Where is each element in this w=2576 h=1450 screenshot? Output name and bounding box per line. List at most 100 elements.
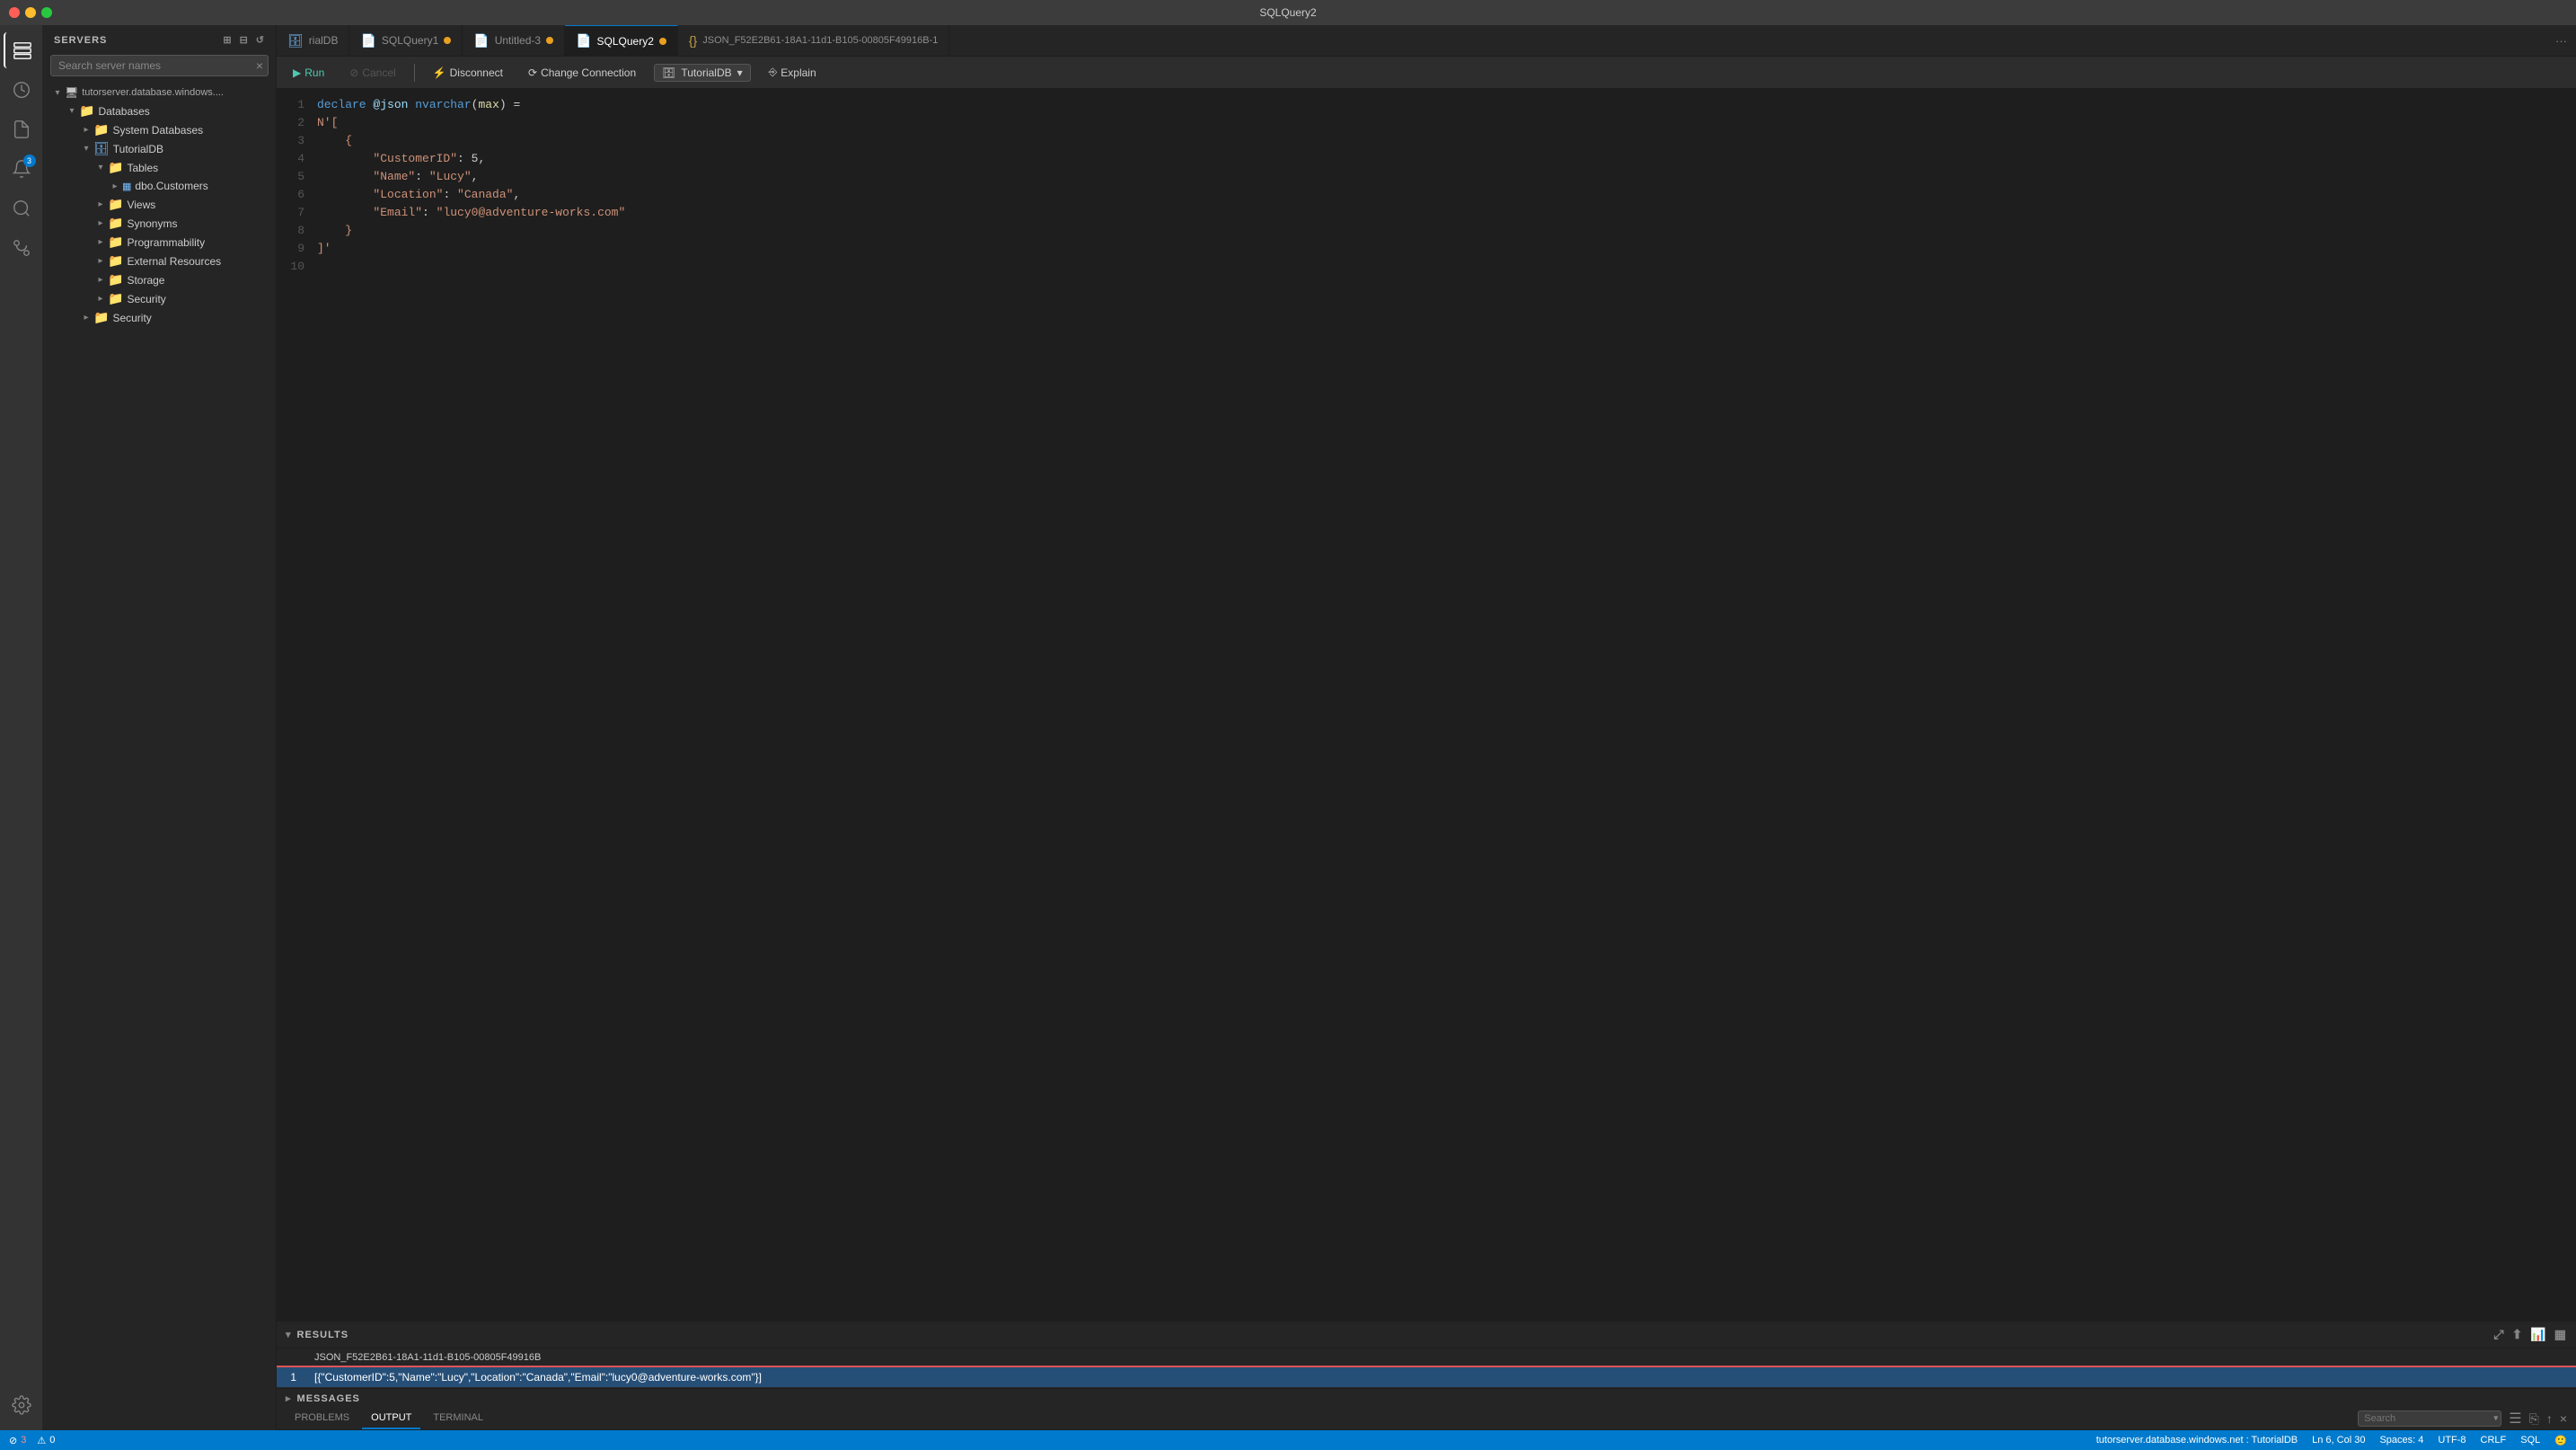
result-row-1[interactable]: 1 [{"CustomerID":5,"Name":"Lucy","Locati…	[277, 1367, 2576, 1388]
sidebar-item-servers[interactable]	[4, 32, 40, 68]
code-line-5: 5 "Name": "Lucy",	[277, 168, 2576, 186]
statusbar: ⊘ 3 ⚠ 0 tutorserver.database.windows.net…	[0, 1430, 2576, 1450]
maximize-button[interactable]	[41, 7, 52, 18]
status-smiley[interactable]: 🙂	[2554, 1435, 2567, 1446]
tab-output[interactable]: OUTPUT	[362, 1408, 420, 1429]
sidebar-item-git[interactable]	[4, 230, 40, 266]
sidebar-item-files[interactable]	[4, 111, 40, 147]
panel-tabs: PROBLEMS OUTPUT TERMINAL ▾ ☰ ⎘ ↑ ×	[277, 1408, 2576, 1430]
refresh-icon[interactable]: ↺	[256, 34, 265, 46]
sidebar-item-search[interactable]	[4, 190, 40, 226]
tab-sqlquery2[interactable]: 📄 SQLQuery2	[565, 25, 678, 57]
code-editor[interactable]: 1 declare @json nvarchar(max) = 2 N'[ 3 …	[277, 89, 2576, 1321]
status-position[interactable]: Ln 6, Col 30	[2312, 1435, 2365, 1446]
panel-filter-icon[interactable]: ☰	[2509, 1410, 2521, 1428]
tree-item-storage[interactable]: 📁 Storage	[43, 270, 276, 289]
panel-search-chevron: ▾	[2493, 1414, 2498, 1424]
tables-chevron[interactable]	[93, 161, 108, 175]
change-connection-button[interactable]: ⟳ Change Connection	[521, 64, 643, 82]
titlebar: SQLQuery2	[0, 0, 2576, 25]
tree-item-system-databases[interactable]: 📁 System Databases	[43, 120, 276, 139]
tree-item-server[interactable]: 🖥 tutorserver.database.windows....	[43, 84, 276, 102]
sidebar-item-settings[interactable]	[4, 1387, 40, 1423]
error-count: 3	[21, 1435, 26, 1446]
explain-button[interactable]: ⎆ Explain	[762, 63, 824, 82]
results-grid-icon[interactable]: ▦	[2554, 1327, 2567, 1342]
synonyms-chevron[interactable]	[93, 217, 108, 231]
database-selector[interactable]: 🗄 TutorialDB ▾	[654, 64, 751, 82]
views-chevron[interactable]	[93, 198, 108, 212]
tab-json-icon: {}	[689, 33, 697, 48]
editor-toolbar: ▶ Run ⊘ Cancel ⚡ Disconnect ⟳ Change Con…	[277, 57, 2576, 89]
security1-chevron[interactable]	[93, 292, 108, 306]
tab-more-button[interactable]: ···	[2546, 34, 2576, 48]
views-folder-icon: 📁	[108, 197, 123, 212]
panel-close-icon[interactable]: ×	[2560, 1411, 2567, 1426]
server-chevron[interactable]	[50, 85, 65, 100]
sidebar-item-history[interactable]	[4, 72, 40, 108]
tree-item-programmability[interactable]: 📁 Programmability	[43, 233, 276, 252]
line-num-2: 2	[277, 114, 317, 132]
status-warnings[interactable]: ⚠ 0	[37, 1435, 55, 1446]
tab-problems[interactable]: PROBLEMS	[286, 1408, 358, 1429]
security2-folder-icon: 📁	[93, 310, 109, 325]
databases-chevron[interactable]	[65, 104, 79, 119]
security2-chevron[interactable]	[79, 311, 93, 325]
search-clear-icon[interactable]: ×	[256, 58, 263, 73]
results-maximize-icon[interactable]: ⤢	[2493, 1327, 2504, 1342]
customers-chevron[interactable]	[108, 179, 122, 193]
sidebar-item-notifications[interactable]: 3	[4, 151, 40, 187]
external-resources-chevron[interactable]	[93, 254, 108, 269]
results-header[interactable]: ▾ RESULTS ⤢ ⬆ 📊 ▦	[277, 1321, 2576, 1348]
server-search-box: ×	[50, 55, 269, 76]
tree-item-synonyms[interactable]: 📁 Synonyms	[43, 214, 276, 233]
tree-item-tutorialdb[interactable]: 🗄 TutorialDB	[43, 139, 276, 158]
tree-item-databases[interactable]: 📁 Databases	[43, 102, 276, 120]
status-server[interactable]: tutorserver.database.windows.net : Tutor…	[2096, 1435, 2298, 1446]
panel-copy-icon[interactable]: ⎘	[2529, 1411, 2539, 1427]
disconnect-button[interactable]: ⚡ Disconnect	[426, 64, 510, 82]
status-language[interactable]: SQL	[2520, 1435, 2540, 1446]
status-errors[interactable]: ⊘ 3	[9, 1435, 26, 1446]
status-spaces[interactable]: Spaces: 4	[2379, 1435, 2423, 1446]
tree-item-security-1[interactable]: 📁 Security	[43, 289, 276, 308]
tree-item-tables[interactable]: 📁 Tables	[43, 158, 276, 177]
minimize-button[interactable]	[25, 7, 36, 18]
search-server-input[interactable]	[50, 55, 269, 76]
code-line-8: 8 }	[277, 222, 2576, 240]
tree-item-views[interactable]: 📁 Views	[43, 195, 276, 214]
tab-untitled3[interactable]: 📄 Untitled-3	[463, 25, 565, 57]
close-button[interactable]	[9, 7, 20, 18]
programmability-chevron[interactable]	[93, 235, 108, 250]
tree-item-external-resources[interactable]: 📁 External Resources	[43, 252, 276, 270]
tree-item-dbo-customers[interactable]: ▦ dbo.Customers	[43, 177, 276, 195]
error-icon: ⊘	[9, 1435, 17, 1446]
status-encoding[interactable]: UTF-8	[2438, 1435, 2466, 1446]
tab-terminal[interactable]: TERMINAL	[424, 1408, 492, 1429]
tutorialdb-chevron[interactable]	[79, 142, 93, 156]
tab-sqlquery2-modified	[659, 38, 666, 45]
run-button[interactable]: ▶ Run	[286, 64, 331, 82]
system-databases-chevron[interactable]	[79, 123, 93, 137]
storage-folder-icon: 📁	[108, 272, 123, 287]
results-chart-icon[interactable]: 📊	[2530, 1327, 2546, 1342]
disconnect-icon[interactable]: ⊟	[240, 34, 249, 46]
tab-sqlquery1[interactable]: 📄 SQLQuery1	[349, 25, 463, 57]
tab-json[interactable]: {} JSON_F52E2B61-18A1-11d1-B105-00805F49…	[678, 25, 950, 57]
security2-label: Security	[112, 312, 151, 324]
code-line-4: 4 "CustomerID": 5,	[277, 150, 2576, 168]
panel-search-input[interactable]	[2358, 1410, 2501, 1427]
tab-rialdb[interactable]: 🗄 rialDB	[277, 25, 349, 57]
results-export-icon[interactable]: ⬆	[2512, 1327, 2524, 1342]
change-connection-icon: ⟳	[528, 66, 537, 79]
status-left: ⊘ 3 ⚠ 0	[9, 1435, 55, 1446]
tree-item-security-2[interactable]: 📁 Security	[43, 308, 276, 327]
status-line-ending[interactable]: CRLF	[2481, 1435, 2507, 1446]
line-ending-label: CRLF	[2481, 1435, 2507, 1446]
new-connection-icon[interactable]: ⊞	[223, 34, 232, 46]
storage-chevron[interactable]	[93, 273, 108, 287]
panel-scroll-top-icon[interactable]: ↑	[2546, 1411, 2553, 1426]
code-line-6: 6 "Location": "Canada",	[277, 186, 2576, 204]
language-label: SQL	[2520, 1435, 2540, 1446]
messages-header[interactable]: ▸ MESSAGES	[277, 1389, 2576, 1408]
